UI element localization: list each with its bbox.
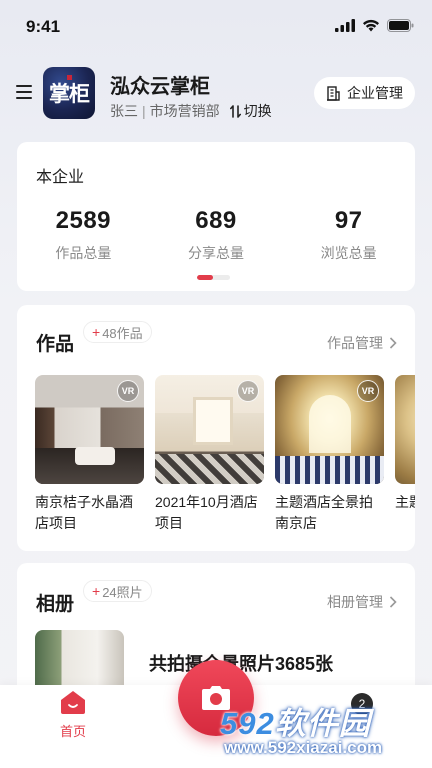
stat-label: 作品总量: [55, 245, 112, 261]
album-count-badge: + 24照片: [83, 580, 152, 602]
work-item[interactable]: VR 2021年10月酒店项目: [155, 375, 264, 534]
building-icon: [327, 85, 340, 101]
works-title: 作品: [36, 334, 75, 355]
status-bar: 9:41: [0, 0, 432, 56]
user-info: 张三 | 市场营销部 切换: [110, 101, 272, 121]
work-item[interactable]: VR 主题酒店全景拍南京店: [275, 375, 384, 534]
swap-icon: [229, 104, 241, 118]
works-manage-link[interactable]: 作品管理: [327, 333, 397, 353]
work-title: 南京桔子水晶酒店项目: [35, 494, 133, 531]
department: 市场营销部: [149, 103, 220, 119]
page-indicator-active: [197, 275, 213, 280]
app-logo: 掌柜: [43, 67, 95, 119]
enterprise-management-button[interactable]: 企业管理: [314, 77, 415, 109]
stat-label: 浏览总量: [320, 245, 377, 261]
camera-icon: [202, 686, 230, 710]
wifi-icon: [363, 19, 379, 32]
work-thumbnail: VR: [155, 375, 264, 484]
stat-label: 分享总量: [188, 245, 244, 261]
stat-views[interactable]: 97 浏览总量: [282, 207, 415, 263]
vr-icon: VR: [117, 380, 139, 402]
battery-icon: [387, 19, 414, 32]
work-thumbnail: VR: [275, 375, 384, 484]
album-title: 相册: [36, 594, 75, 615]
enterprise-button-label: 企业管理: [347, 85, 403, 101]
vr-icon: VR: [357, 380, 379, 402]
work-title: 2021年10月酒店项目: [155, 494, 258, 531]
album-manage-link[interactable]: 相册管理: [327, 592, 397, 612]
stat-works[interactable]: 2589 作品总量: [17, 207, 150, 263]
works-count: 48作品: [102, 325, 143, 341]
switch-button[interactable]: 切换: [229, 101, 272, 121]
app-logo-text: 掌柜: [49, 81, 90, 106]
tab-home[interactable]: 首页: [51, 690, 95, 740]
home-icon: [61, 691, 85, 714]
work-item[interactable]: VR 南京桔子水晶酒店项目: [35, 375, 144, 534]
stat-shares[interactable]: 689 分享总量: [150, 207, 283, 263]
user-name: 张三: [110, 103, 138, 119]
album-count: 24照片: [102, 584, 143, 600]
album-manage-label: 相册管理: [327, 594, 383, 610]
menu-icon[interactable]: [16, 85, 32, 101]
chevron-right-icon: [389, 596, 397, 608]
plus-icon: +: [92, 324, 101, 340]
user-separator: |: [142, 103, 146, 119]
works-manage-label: 作品管理: [327, 335, 383, 351]
stat-value: 689: [195, 207, 237, 234]
chevron-right-icon: [389, 337, 397, 349]
notification-badge: 2: [351, 693, 373, 715]
work-item[interactable]: VR 主题拍南: [395, 375, 415, 534]
status-time: 9:41: [26, 17, 61, 36]
app-header: 掌柜 泓众云掌柜 张三 | 市场营销部 切换 企业管理: [0, 66, 432, 122]
tab-home-label: 首页: [59, 724, 86, 739]
work-thumbnail: VR: [35, 375, 144, 484]
stats-title: 本企业: [36, 169, 85, 186]
work-title: 主题拍南: [395, 494, 415, 510]
enterprise-stats-card: 本企业 2589 作品总量 689 分享总量 97 浏览总量: [17, 142, 415, 291]
vr-icon: VR: [237, 380, 259, 402]
app-name: 泓众云掌柜: [110, 76, 210, 98]
stat-value: 97: [334, 207, 363, 234]
camera-button[interactable]: [178, 660, 254, 736]
works-card: 作品 + 48作品 作品管理 VR 南京桔子水晶酒店项目 VR 2021年10月…: [17, 305, 415, 551]
signal-icon: [335, 19, 355, 32]
switch-label: 切换: [243, 103, 272, 119]
page-indicator: [197, 275, 230, 280]
stats-row: 2589 作品总量 689 分享总量 97 浏览总量: [17, 207, 415, 263]
logo-seal: [67, 75, 72, 80]
plus-icon: +: [92, 583, 101, 599]
works-list: VR 南京桔子水晶酒店项目 VR 2021年10月酒店项目 VR 主题酒店全景拍…: [35, 375, 415, 534]
works-count-badge: + 48作品: [83, 321, 152, 343]
stat-value: 2589: [55, 207, 112, 234]
tab-mine[interactable]: 2: [346, 693, 378, 715]
work-thumbnail: VR: [395, 375, 415, 484]
status-icons: [335, 19, 414, 32]
work-title: 主题酒店全景拍南京店: [275, 494, 373, 531]
